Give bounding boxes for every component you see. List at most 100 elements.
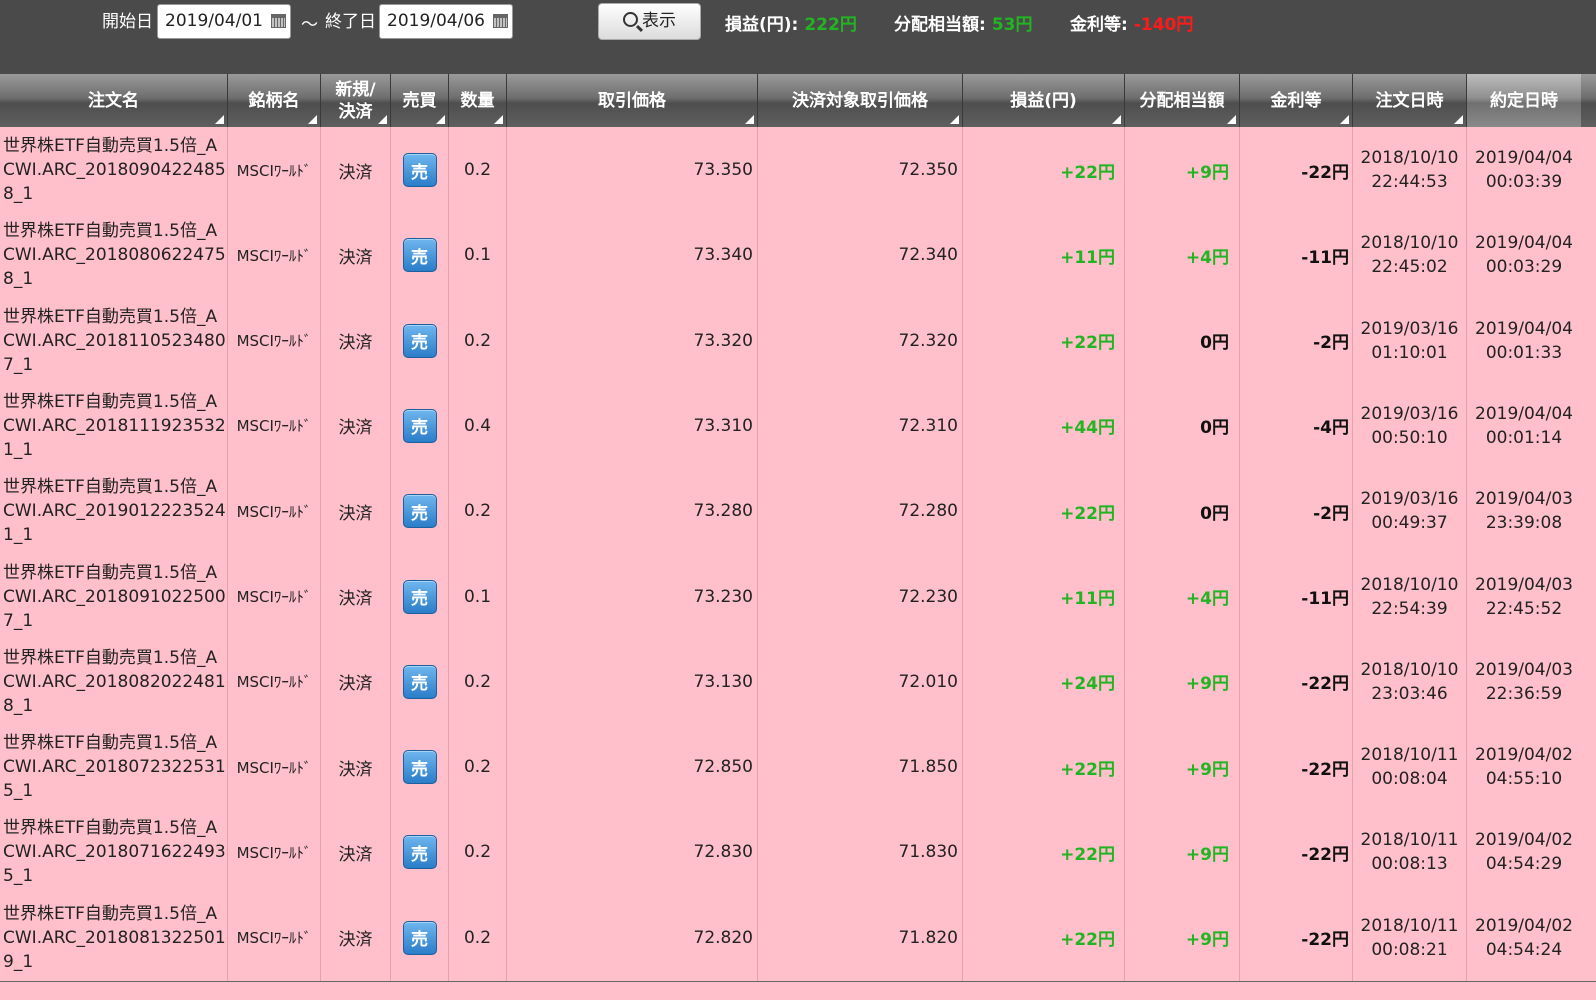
cell-side: 売 — [391, 553, 449, 640]
table-row[interactable]: 世界株ETF自動売買1.5倍_ACWI.ARC_20180716224935_1… — [0, 809, 1596, 897]
cell-pl: +22円 — [963, 127, 1125, 213]
order-date: 2018/10/11 — [1360, 745, 1459, 766]
col-issue[interactable]: 銘柄名 — [228, 74, 321, 127]
exec-date: 2019/04/04 — [1475, 148, 1573, 168]
col-exec-datetime[interactable]: 約定日時 — [1467, 74, 1581, 127]
cell-settle-price: 72.310 — [758, 382, 963, 469]
cell-pl: +22円 — [963, 724, 1125, 811]
end-date-input[interactable]: 2019/04/06 — [379, 4, 513, 39]
col-div-label: 分配相当額 — [1139, 90, 1225, 111]
start-date-input[interactable]: 2019/04/01 — [157, 4, 291, 39]
cell-side: 売 — [391, 894, 449, 981]
cell-issue: MSCIﾜｰﾙﾄﾞ — [228, 553, 321, 640]
order-time: 22:54:39 — [1371, 598, 1448, 619]
order-date: 2019/03/16 — [1360, 403, 1459, 424]
order-time: 01:10:01 — [1371, 342, 1448, 363]
cell-price: 72.830 — [507, 809, 758, 896]
table-row[interactable]: 世界株ETF自動売買1.5倍_ACWI.ARC_20180820224818_1… — [0, 638, 1596, 726]
col-price[interactable]: 取引価格 — [507, 74, 758, 127]
col-issue-label: 銘柄名 — [248, 90, 300, 111]
cell-order-name: 世界株ETF自動売買1.5倍_ACWI.ARC_20180716224935_1 — [0, 809, 228, 896]
sort-icon — [1454, 115, 1463, 124]
col-side[interactable]: 売買 — [391, 74, 449, 127]
table-row[interactable]: 世界株ETF自動売買1.5倍_ACWI.ARC_20180723225315_1… — [0, 724, 1596, 812]
exec-date: 2019/04/03 — [1475, 489, 1573, 510]
cell-order-datetime: 2019/03/16 01:10:01 — [1353, 297, 1467, 384]
col-exec-datetime-label: 約定日時 — [1490, 90, 1558, 111]
col-qty[interactable]: 数量 — [449, 74, 507, 127]
cell-price: 73.320 — [507, 297, 758, 384]
sort-icon — [308, 115, 317, 124]
table-row[interactable]: 世界株ETF自動売買1.5倍_ACWI.ARC_20190122235241_1… — [0, 468, 1596, 556]
cell-int: -22円 — [1240, 638, 1353, 725]
summary-pl-label: 損益(円): — [725, 15, 799, 35]
start-date-label: 開始日 — [102, 12, 153, 32]
order-time: 00:08:13 — [1371, 854, 1448, 875]
cell-order-name: 世界株ETF自動売買1.5倍_ACWI.ARC_20180806224758_1 — [0, 212, 228, 299]
col-settle-price[interactable]: 決済対象取引価格 — [758, 74, 963, 127]
col-order-name-label: 注文名 — [88, 90, 139, 111]
cell-settle-price: 71.830 — [758, 809, 963, 896]
sell-badge: 売 — [402, 494, 437, 529]
sort-icon — [1227, 115, 1236, 124]
cell-type: 決済 — [321, 468, 391, 555]
cell-settle-price: 72.320 — [758, 297, 963, 384]
col-order-datetime[interactable]: 注文日時 — [1353, 74, 1467, 127]
cell-pl: +11円 — [963, 212, 1125, 299]
table-header: 注文名 銘柄名 新規/決済 売買 数量 取引価格 決済対象取引価格 損益(円) … — [0, 74, 1596, 127]
cell-div: +9円 — [1125, 638, 1240, 725]
cell-int: -2円 — [1240, 468, 1353, 555]
cell-settle-price: 72.230 — [758, 553, 963, 640]
cell-qty: 0.2 — [449, 468, 507, 555]
cell-pl: +22円 — [963, 297, 1125, 384]
col-div[interactable]: 分配相当額 — [1125, 74, 1240, 127]
calendar-icon[interactable] — [271, 14, 286, 28]
cell-order-name: 世界株ETF自動売買1.5倍_ACWI.ARC_20181119235321_1 — [0, 382, 228, 469]
exec-time: 00:03:29 — [1485, 257, 1563, 278]
cell-price: 73.230 — [507, 553, 758, 640]
table-row[interactable]: 世界株ETF自動売買1.5倍_ACWI.ARC_20180806224758_1… — [0, 212, 1596, 300]
cell-order-datetime: 2019/03/16 00:49:37 — [1353, 468, 1467, 555]
cell-order-name: 世界株ETF自動売買1.5倍_ACWI.ARC_20180723225315_1 — [0, 724, 228, 811]
col-order-name[interactable]: 注文名 — [0, 74, 228, 127]
sort-icon — [215, 115, 224, 124]
sort-icon — [1112, 115, 1121, 124]
cell-div: +9円 — [1125, 809, 1240, 896]
calendar-icon[interactable] — [493, 14, 508, 28]
cell-order-name: 世界株ETF自動売買1.5倍_ACWI.ARC_20180910225007_1 — [0, 553, 228, 640]
col-settle-price-label: 決済対象取引価格 — [792, 90, 928, 111]
cell-pl: +22円 — [963, 809, 1125, 896]
cell-div: 0円 — [1125, 468, 1240, 555]
sell-badge: 売 — [402, 238, 437, 273]
table-row[interactable]: 世界株ETF自動売買1.5倍_ACWI.ARC_20180904224858_1… — [0, 127, 1596, 214]
col-pl[interactable]: 損益(円) — [963, 74, 1125, 127]
cell-qty: 0.4 — [449, 382, 507, 469]
col-int-label: 金利等 — [1270, 90, 1322, 111]
col-type[interactable]: 新規/決済 — [321, 74, 391, 127]
order-date: 2018/10/11 — [1360, 830, 1459, 851]
table-row[interactable]: 世界株ETF自動売買1.5倍_ACWI.ARC_20181119235321_1… — [0, 382, 1596, 470]
table-row[interactable]: 世界株ETF自動売買1.5倍_ACWI.ARC_20181105234807_1… — [0, 297, 1596, 385]
cell-order-datetime: 2018/10/11 00:08:21 — [1353, 894, 1467, 981]
sell-badge: 売 — [402, 408, 437, 443]
cell-settle-price: 72.010 — [758, 638, 963, 725]
cell-exec-datetime: 2019/04/04 00:03:39 — [1467, 127, 1581, 213]
sell-badge: 売 — [402, 153, 437, 187]
table-row[interactable]: 世界株ETF自動売買1.5倍_ACWI.ARC_20180813225019_1… — [0, 894, 1596, 982]
exec-time: 23:39:08 — [1485, 513, 1563, 534]
display-button[interactable]: 表示 — [598, 3, 701, 40]
cell-exec-datetime: 2019/04/03 22:36:59 — [1467, 639, 1581, 725]
cell-order-name: 世界株ETF自動売買1.5倍_ACWI.ARC_20190122235241_1 — [0, 468, 228, 555]
sort-icon — [378, 115, 387, 124]
col-int[interactable]: 金利等 — [1240, 74, 1353, 127]
cell-settle-price: 71.820 — [758, 894, 963, 981]
cell-side: 売 — [391, 297, 449, 384]
end-date-value: 2019/04/06 — [387, 11, 485, 31]
order-time: 00:49:37 — [1371, 513, 1448, 534]
cell-type: 決済 — [321, 638, 391, 725]
cell-type: 決済 — [321, 212, 391, 299]
end-date-label: 終了日 — [325, 12, 376, 32]
table-row[interactable]: 世界株ETF自動売買1.5倍_ACWI.ARC_20180910225007_1… — [0, 553, 1596, 641]
cell-issue: MSCIﾜｰﾙﾄﾞ — [228, 638, 321, 725]
cell-order-datetime: 2018/10/10 22:45:02 — [1353, 212, 1467, 299]
